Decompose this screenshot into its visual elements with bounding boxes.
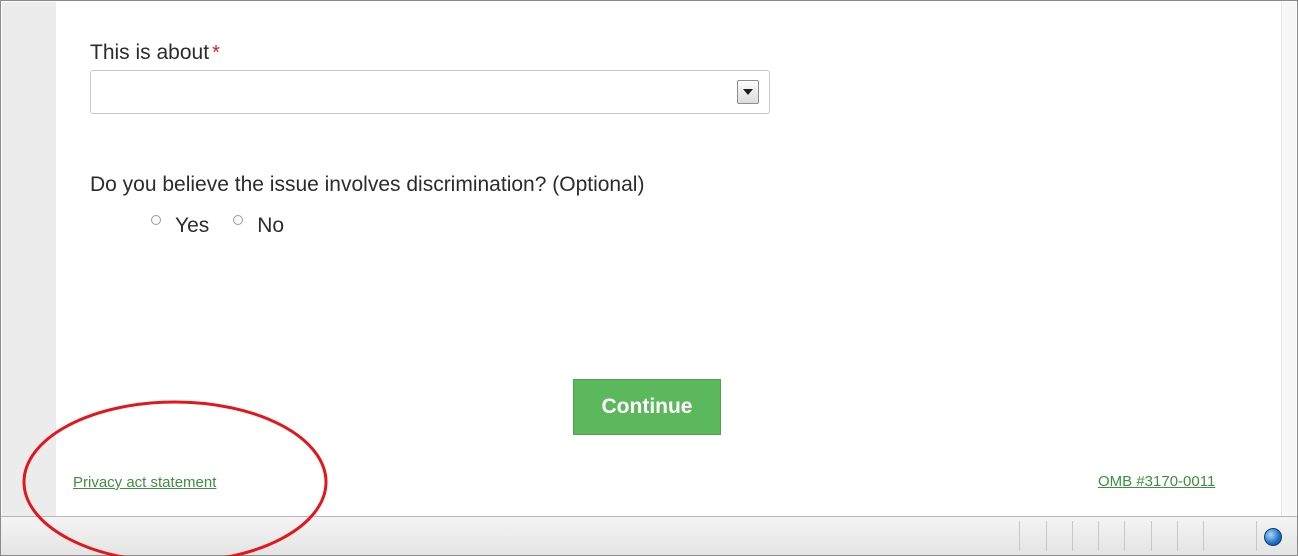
left-gutter — [2, 2, 56, 516]
status-divider — [1256, 521, 1257, 551]
right-scrollbar-track[interactable] — [1281, 2, 1296, 516]
continue-button[interactable]: Continue — [573, 379, 721, 435]
topic-label: This is about * — [90, 41, 220, 65]
topic-select[interactable] — [90, 70, 770, 114]
discrimination-question: Do you believe the issue involves discri… — [90, 173, 645, 196]
radio-no[interactable] — [233, 215, 244, 225]
status-divider — [1046, 521, 1047, 551]
radio-yes-label[interactable]: Yes — [175, 214, 209, 238]
discrimination-radio-group: Yes No — [151, 211, 308, 241]
status-divider — [1019, 521, 1020, 551]
status-divider — [1151, 521, 1152, 551]
status-divider — [1124, 521, 1125, 551]
status-divider — [1177, 521, 1178, 551]
status-divider — [1072, 521, 1073, 551]
chevron-down-icon — [743, 89, 753, 95]
required-asterisk: * — [212, 42, 220, 64]
radio-yes[interactable] — [151, 215, 161, 225]
dropdown-button[interactable] — [737, 80, 759, 104]
omb-number-link[interactable]: OMB #3170-0011 — [1098, 473, 1215, 490]
status-divider — [1203, 521, 1204, 551]
status-divider — [1098, 521, 1099, 551]
status-bar — [1, 516, 1297, 555]
radio-no-label[interactable]: No — [257, 214, 284, 238]
browser-viewport: This is about * Do you believe the issue … — [0, 0, 1298, 556]
privacy-act-link[interactable]: Privacy act statement — [73, 474, 216, 491]
globe-icon — [1264, 528, 1282, 546]
topic-label-text: This is about — [90, 41, 210, 64]
